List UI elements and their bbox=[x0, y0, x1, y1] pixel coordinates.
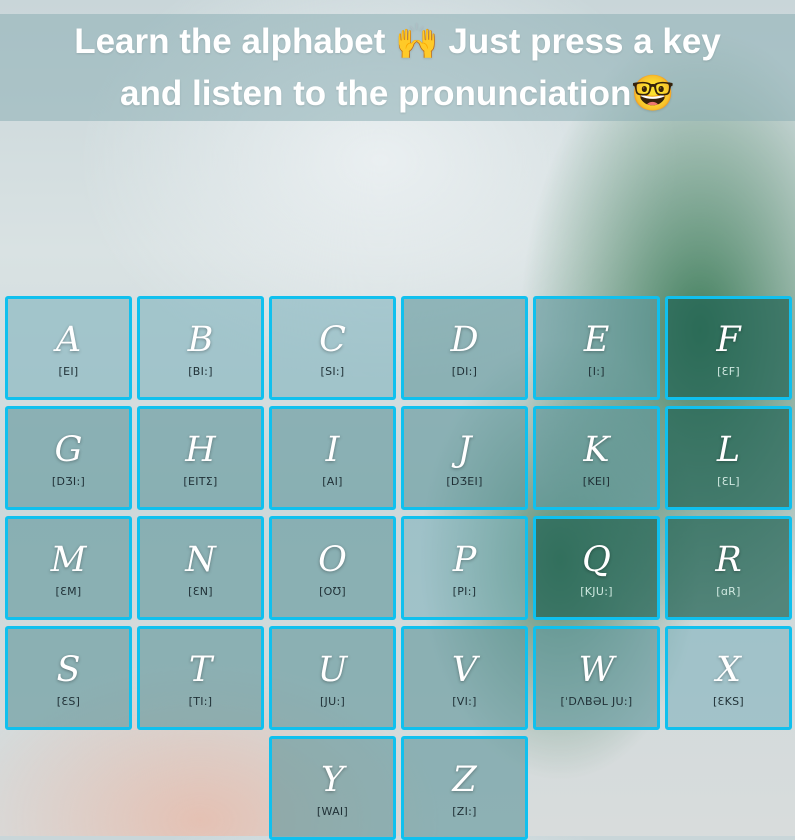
key-letter: R bbox=[715, 540, 742, 580]
key-pronunciation: [ƐN] bbox=[188, 585, 213, 598]
key-v[interactable]: V [VI:] bbox=[401, 626, 528, 730]
key-letter: Z bbox=[452, 760, 477, 800]
key-pronunciation: [ƐM] bbox=[55, 585, 82, 598]
key-letter: G bbox=[54, 430, 83, 470]
key-letter: F bbox=[716, 320, 741, 360]
key-z[interactable]: Z [ZI:] bbox=[401, 736, 528, 840]
key-pronunciation: [ˈDɅBƏL JU:] bbox=[560, 695, 633, 708]
key-e[interactable]: E [I:] bbox=[533, 296, 660, 400]
key-l[interactable]: L [ƐL] bbox=[665, 406, 792, 510]
key-letter: M bbox=[50, 540, 87, 580]
key-letter: T bbox=[188, 650, 213, 690]
key-w[interactable]: W [ˈDɅBƏL JU:] bbox=[533, 626, 660, 730]
key-q[interactable]: Q [KJU:] bbox=[533, 516, 660, 620]
key-f[interactable]: F [ƐF] bbox=[665, 296, 792, 400]
alphabet-keyboard: A [EI] B [BI:] C [SI:] D [DI:] E [I:] F [ƐF] G… bbox=[5, 296, 792, 840]
key-pronunciation: [VI:] bbox=[452, 695, 477, 708]
key-m[interactable]: M [ƐM] bbox=[5, 516, 132, 620]
key-pronunciation: [KEI] bbox=[582, 475, 611, 488]
key-pronunciation: [KJU:] bbox=[580, 585, 613, 598]
key-b[interactable]: B [BI:] bbox=[137, 296, 264, 400]
key-n[interactable]: N [ƐN] bbox=[137, 516, 264, 620]
key-pronunciation: [OƱ] bbox=[319, 585, 346, 598]
key-j[interactable]: J [DƷEI] bbox=[401, 406, 528, 510]
key-c[interactable]: C [SI:] bbox=[269, 296, 396, 400]
key-letter: S bbox=[56, 650, 81, 690]
title-banner: Learn the alphabet 🙌 Just press a key an… bbox=[0, 14, 795, 121]
key-letter: N bbox=[185, 540, 216, 580]
key-pronunciation: [DƷI:] bbox=[51, 475, 86, 488]
key-pronunciation: [ƐKS] bbox=[712, 695, 745, 708]
key-pronunciation: [EI] bbox=[58, 365, 79, 378]
key-pronunciation: [EITΣ] bbox=[183, 475, 218, 488]
key-pronunciation: [ZI:] bbox=[452, 805, 477, 818]
key-k[interactable]: K [KEI] bbox=[533, 406, 660, 510]
key-letter: E bbox=[583, 320, 610, 360]
key-pronunciation: [DƷEI] bbox=[446, 475, 483, 488]
key-pronunciation: [AI] bbox=[322, 475, 343, 488]
key-letter: O bbox=[318, 540, 347, 580]
key-y[interactable]: Y [WAI] bbox=[269, 736, 396, 840]
title-line-1: Learn the alphabet 🙌 Just press a key bbox=[74, 21, 721, 61]
key-pronunciation: [ɑR] bbox=[716, 585, 741, 598]
key-letter: A bbox=[55, 320, 82, 360]
key-letter: U bbox=[317, 650, 348, 690]
key-pronunciation: [DI:] bbox=[451, 365, 478, 378]
key-pronunciation: [ƐL] bbox=[717, 475, 740, 488]
key-o[interactable]: O [OƱ] bbox=[269, 516, 396, 620]
key-letter: C bbox=[319, 320, 346, 360]
key-letter: D bbox=[450, 320, 479, 360]
key-letter: J bbox=[457, 430, 472, 470]
key-s[interactable]: S [ƐS] bbox=[5, 626, 132, 730]
key-letter: I bbox=[325, 430, 340, 470]
key-t[interactable]: T [TI:] bbox=[137, 626, 264, 730]
key-g[interactable]: G [DƷI:] bbox=[5, 406, 132, 510]
key-pronunciation: [JU:] bbox=[319, 695, 346, 708]
key-letter: H bbox=[185, 430, 216, 470]
key-letter: Q bbox=[582, 540, 611, 580]
key-pronunciation: [WAI] bbox=[316, 805, 349, 818]
key-r[interactable]: R [ɑR] bbox=[665, 516, 792, 620]
key-u[interactable]: U [JU:] bbox=[269, 626, 396, 730]
key-i[interactable]: I [AI] bbox=[269, 406, 396, 510]
key-p[interactable]: P [PI:] bbox=[401, 516, 528, 620]
key-letter: P bbox=[452, 540, 477, 580]
title-line-2: and listen to the pronunciation🤓 bbox=[120, 73, 675, 113]
key-pronunciation: [ƐS] bbox=[56, 695, 81, 708]
key-d[interactable]: D [DI:] bbox=[401, 296, 528, 400]
key-a[interactable]: A [EI] bbox=[5, 296, 132, 400]
key-letter: K bbox=[583, 430, 610, 470]
key-h[interactable]: H [EITΣ] bbox=[137, 406, 264, 510]
key-letter: Y bbox=[320, 760, 345, 800]
key-pronunciation: [SI:] bbox=[320, 365, 345, 378]
key-pronunciation: [ƐF] bbox=[717, 365, 740, 378]
key-letter: X bbox=[716, 650, 741, 690]
key-letter: B bbox=[187, 320, 214, 360]
key-pronunciation: [BI:] bbox=[188, 365, 213, 378]
key-letter: W bbox=[578, 650, 615, 690]
key-pronunciation: [TI:] bbox=[188, 695, 213, 708]
key-pronunciation: [I:] bbox=[588, 365, 605, 378]
key-x[interactable]: X [ƐKS] bbox=[665, 626, 792, 730]
key-pronunciation: [PI:] bbox=[452, 585, 477, 598]
key-letter: L bbox=[716, 430, 741, 470]
key-letter: V bbox=[451, 650, 478, 690]
